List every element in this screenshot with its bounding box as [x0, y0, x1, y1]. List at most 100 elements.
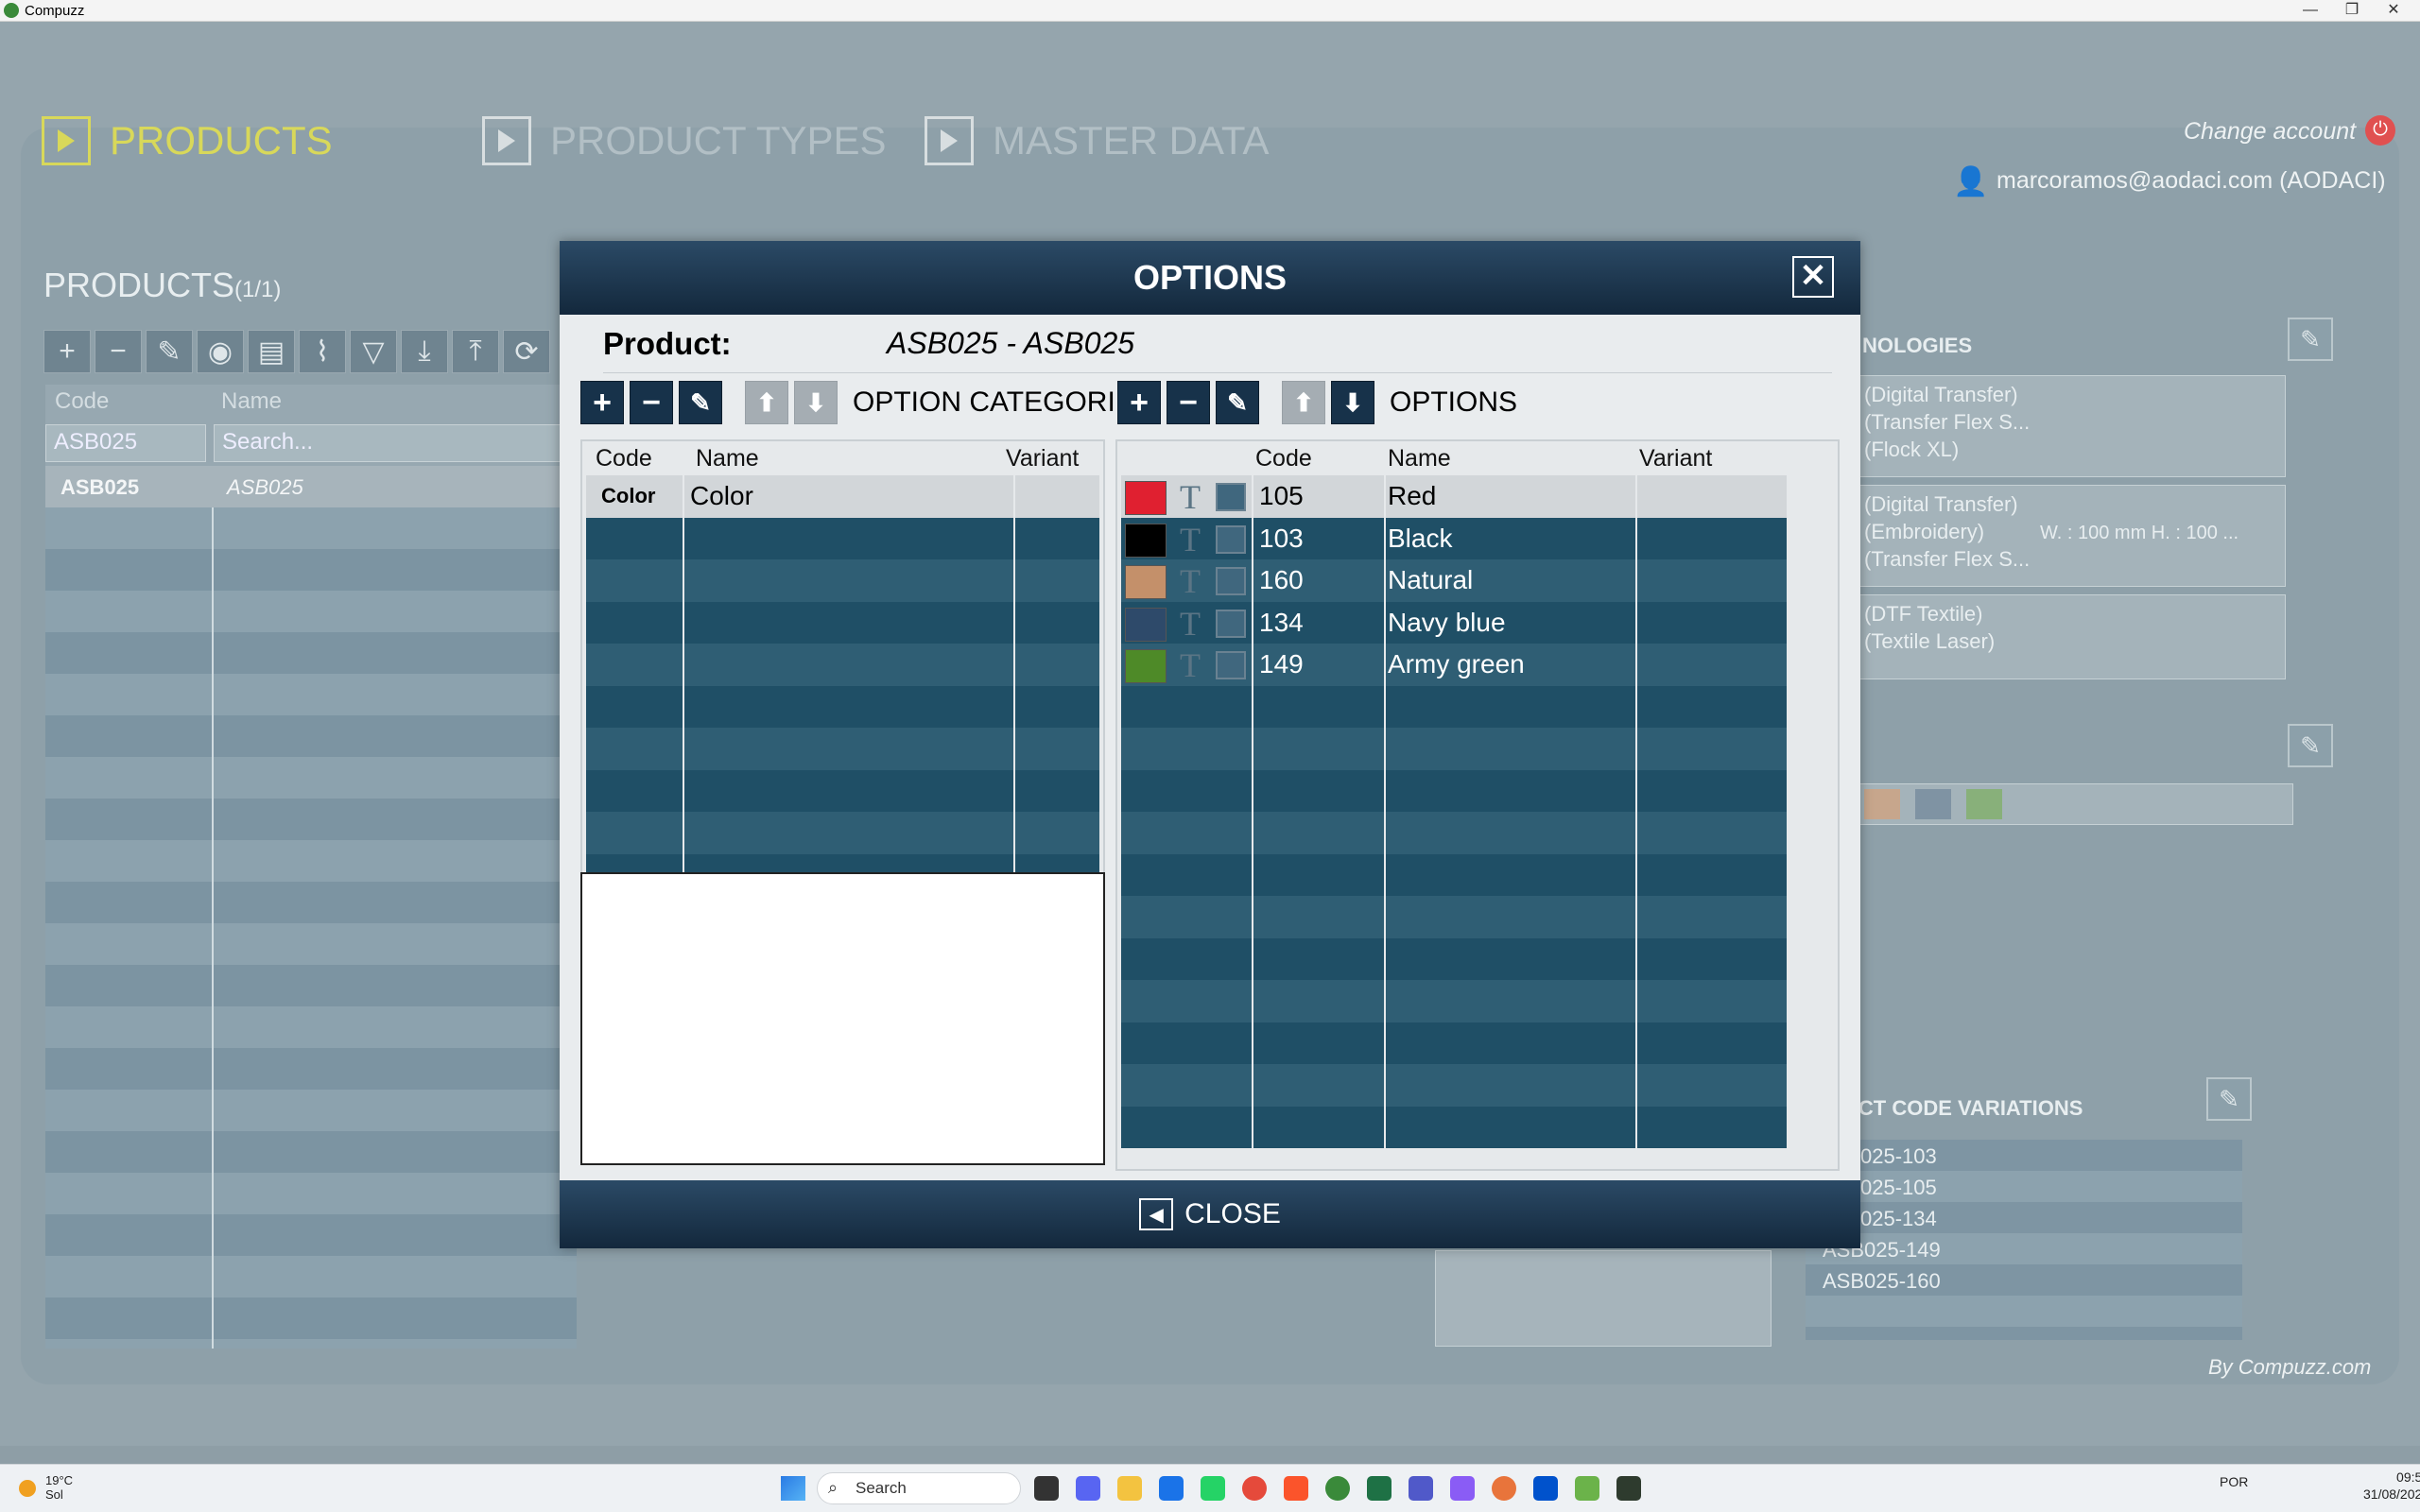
empty-row[interactable]	[586, 812, 1099, 854]
option-row[interactable]: T 105 Red	[1121, 475, 1787, 518]
empty-row[interactable]	[586, 769, 1099, 812]
whatsapp-icon[interactable]	[1201, 1476, 1225, 1501]
image-icon[interactable]	[1216, 609, 1246, 638]
add-option-button[interactable]: +	[1117, 381, 1161, 424]
app-icon[interactable]	[1450, 1476, 1475, 1501]
empty-row[interactable]	[1121, 685, 1787, 728]
app-icon[interactable]	[1492, 1476, 1516, 1501]
task-view-icon[interactable]	[1034, 1476, 1059, 1501]
discord-icon[interactable]	[1076, 1476, 1100, 1501]
filter-icon[interactable]: ▽	[350, 330, 397, 373]
move-up-category-button[interactable]: ⬆	[745, 381, 788, 424]
teams-icon[interactable]	[1409, 1476, 1433, 1501]
category-description-box[interactable]	[580, 872, 1105, 1165]
category-row[interactable]: Color Color	[586, 475, 1099, 518]
edit-option-button[interactable]: ✎	[1216, 381, 1259, 424]
empty-row[interactable]	[586, 559, 1099, 602]
restore-button[interactable]: ❐	[2333, 0, 2371, 21]
power-icon[interactable]: ⏻	[2365, 115, 2395, 146]
tech-dimensions: W. : 100 mm H. : 100 ...	[2040, 523, 2239, 543]
add-category-button[interactable]: +	[580, 381, 624, 424]
empty-row[interactable]	[1121, 1106, 1787, 1148]
empty-row[interactable]	[586, 728, 1099, 770]
tab-products[interactable]: PRODUCTS	[42, 116, 333, 165]
language-indicator[interactable]: POR	[2220, 1474, 2248, 1489]
option-row[interactable]: T 103 Black	[1121, 517, 1787, 559]
close-button[interactable]: ◀ CLOSE	[1139, 1198, 1281, 1230]
option-name: Black	[1388, 523, 1453, 553]
edit-icon[interactable]: ✎	[2288, 318, 2333, 361]
text-icon[interactable]: T	[1180, 605, 1201, 643]
document-icon[interactable]: ▤	[248, 330, 295, 373]
dialog-close-icon[interactable]: ✕	[1792, 256, 1834, 298]
option-row[interactable]: T 149 Army green	[1121, 644, 1787, 686]
attach-icon[interactable]: ⌇	[299, 330, 346, 373]
excel-icon[interactable]	[1367, 1476, 1392, 1501]
option-row[interactable]: T 134 Navy blue	[1121, 601, 1787, 644]
edit-category-button[interactable]: ✎	[679, 381, 722, 424]
refresh-icon[interactable]: ⟳	[503, 330, 550, 373]
empty-row[interactable]	[586, 601, 1099, 644]
add-icon[interactable]: +	[43, 330, 91, 373]
move-down-category-button[interactable]: ⬇	[794, 381, 838, 424]
tech-row: (Digital Transfer)	[1864, 383, 2018, 406]
products-toolbar: + − ✎ ◉ ▤ ⌇ ▽ ⤓ ⤒ ⟳	[43, 330, 550, 373]
windows-start-icon[interactable]	[781, 1476, 805, 1501]
remove-icon[interactable]: −	[95, 330, 142, 373]
image-icon[interactable]	[1216, 651, 1246, 679]
minimize-button[interactable]: —	[2291, 0, 2329, 21]
file-explorer-icon[interactable]	[1117, 1476, 1142, 1501]
change-account-link[interactable]: Change account	[2184, 118, 2356, 146]
weather-text[interactable]: 19°C Sol	[45, 1473, 73, 1502]
tab-product-types[interactable]: PRODUCT TYPES	[482, 116, 887, 165]
text-icon[interactable]: T	[1180, 521, 1201, 558]
empty-row[interactable]	[1121, 896, 1787, 938]
empty-row[interactable]	[1121, 980, 1787, 1022]
back-arrow-icon: ◀	[1139, 1198, 1174, 1230]
move-down-option-button[interactable]: ⬇	[1331, 381, 1374, 424]
option-name: Navy blue	[1388, 607, 1506, 637]
product-row[interactable]: ASB025 ASB025	[45, 466, 577, 507]
empty-row[interactable]	[1121, 937, 1787, 980]
empty-row[interactable]	[586, 685, 1099, 728]
image-icon[interactable]	[1216, 483, 1246, 511]
image-icon[interactable]	[1216, 524, 1246, 554]
name-search-input[interactable]: Search...	[214, 424, 577, 462]
compuzz-icon[interactable]	[1325, 1476, 1350, 1501]
edit-icon[interactable]: ✎	[2206, 1077, 2252, 1121]
code-filter-input[interactable]: ASB025	[45, 424, 206, 462]
option-row[interactable]: T 160 Natural	[1121, 559, 1787, 602]
empty-row[interactable]	[586, 644, 1099, 686]
outlook-icon[interactable]	[1159, 1476, 1184, 1501]
text-icon[interactable]: T	[1180, 646, 1201, 684]
text-icon[interactable]: T	[1180, 562, 1201, 600]
image-icon[interactable]	[1216, 567, 1246, 595]
empty-row[interactable]	[586, 517, 1099, 559]
empty-row[interactable]	[1121, 812, 1787, 854]
app-icon[interactable]	[1616, 1476, 1641, 1501]
edit-icon[interactable]: ✎	[2288, 724, 2333, 767]
download-icon[interactable]: ⤓	[401, 330, 448, 373]
chrome-icon[interactable]	[1242, 1476, 1267, 1501]
text-icon[interactable]: T	[1180, 478, 1201, 516]
empty-row[interactable]	[1121, 1022, 1787, 1064]
edit-icon[interactable]: ✎	[146, 330, 193, 373]
view-icon[interactable]: ◉	[197, 330, 244, 373]
empty-row[interactable]	[1121, 1064, 1787, 1107]
empty-row[interactable]	[1121, 769, 1787, 812]
remove-category-button[interactable]: −	[630, 381, 673, 424]
empty-row[interactable]	[1121, 728, 1787, 770]
brave-icon[interactable]	[1284, 1476, 1308, 1501]
clock[interactable]: 09:5431/08/2026	[2363, 1469, 2420, 1503]
tab-master-data[interactable]: MASTER DATA	[925, 116, 1269, 165]
move-up-option-button[interactable]: ⬆	[1282, 381, 1325, 424]
window-close-button[interactable]: ✕	[2375, 0, 2412, 21]
notepad-icon[interactable]	[1575, 1476, 1599, 1501]
trello-icon[interactable]	[1533, 1476, 1558, 1501]
taskbar-search[interactable]: Search	[817, 1472, 1021, 1504]
empty-row[interactable]	[1121, 853, 1787, 896]
remove-option-button[interactable]: −	[1167, 381, 1210, 424]
upload-icon[interactable]: ⤒	[452, 330, 499, 373]
window-titlebar: Compuzz — ❐ ✕	[0, 0, 2420, 22]
close-button-label: CLOSE	[1184, 1198, 1281, 1229]
